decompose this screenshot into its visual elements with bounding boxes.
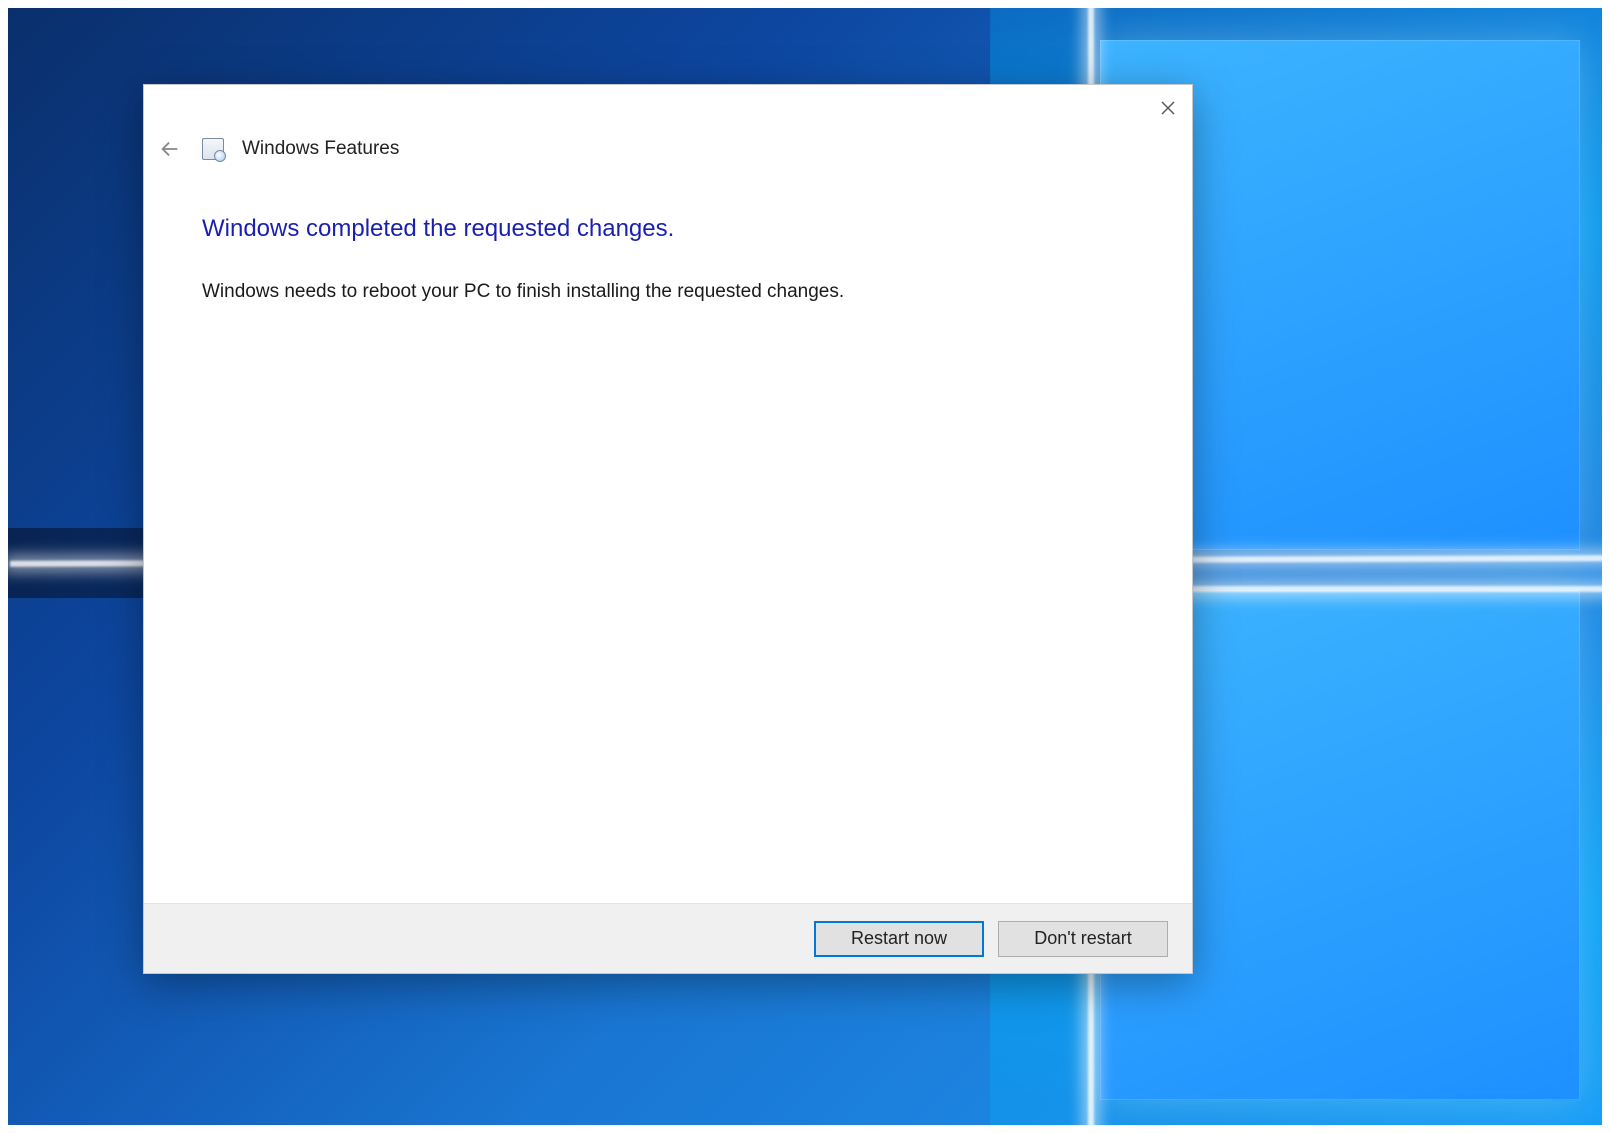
dialog-footer: Restart now Don't restart [144,903,1192,973]
close-icon [1161,101,1175,118]
dont-restart-button[interactable]: Don't restart [998,921,1168,957]
status-message: Windows needs to reboot your PC to finis… [202,281,1134,303]
status-heading: Windows completed the requested changes. [202,215,1134,243]
windows-features-icon [202,138,224,160]
dialog-header: Windows Features [156,135,399,163]
close-button[interactable] [1152,93,1184,125]
windows-features-dialog: Windows Features Windows completed the r… [143,84,1193,974]
dialog-title: Windows Features [242,138,399,160]
dialog-body: Windows Features Windows completed the r… [144,85,1192,903]
restart-now-button[interactable]: Restart now [814,921,984,957]
dialog-content: Windows completed the requested changes.… [202,215,1134,303]
back-arrow-icon [156,135,184,163]
